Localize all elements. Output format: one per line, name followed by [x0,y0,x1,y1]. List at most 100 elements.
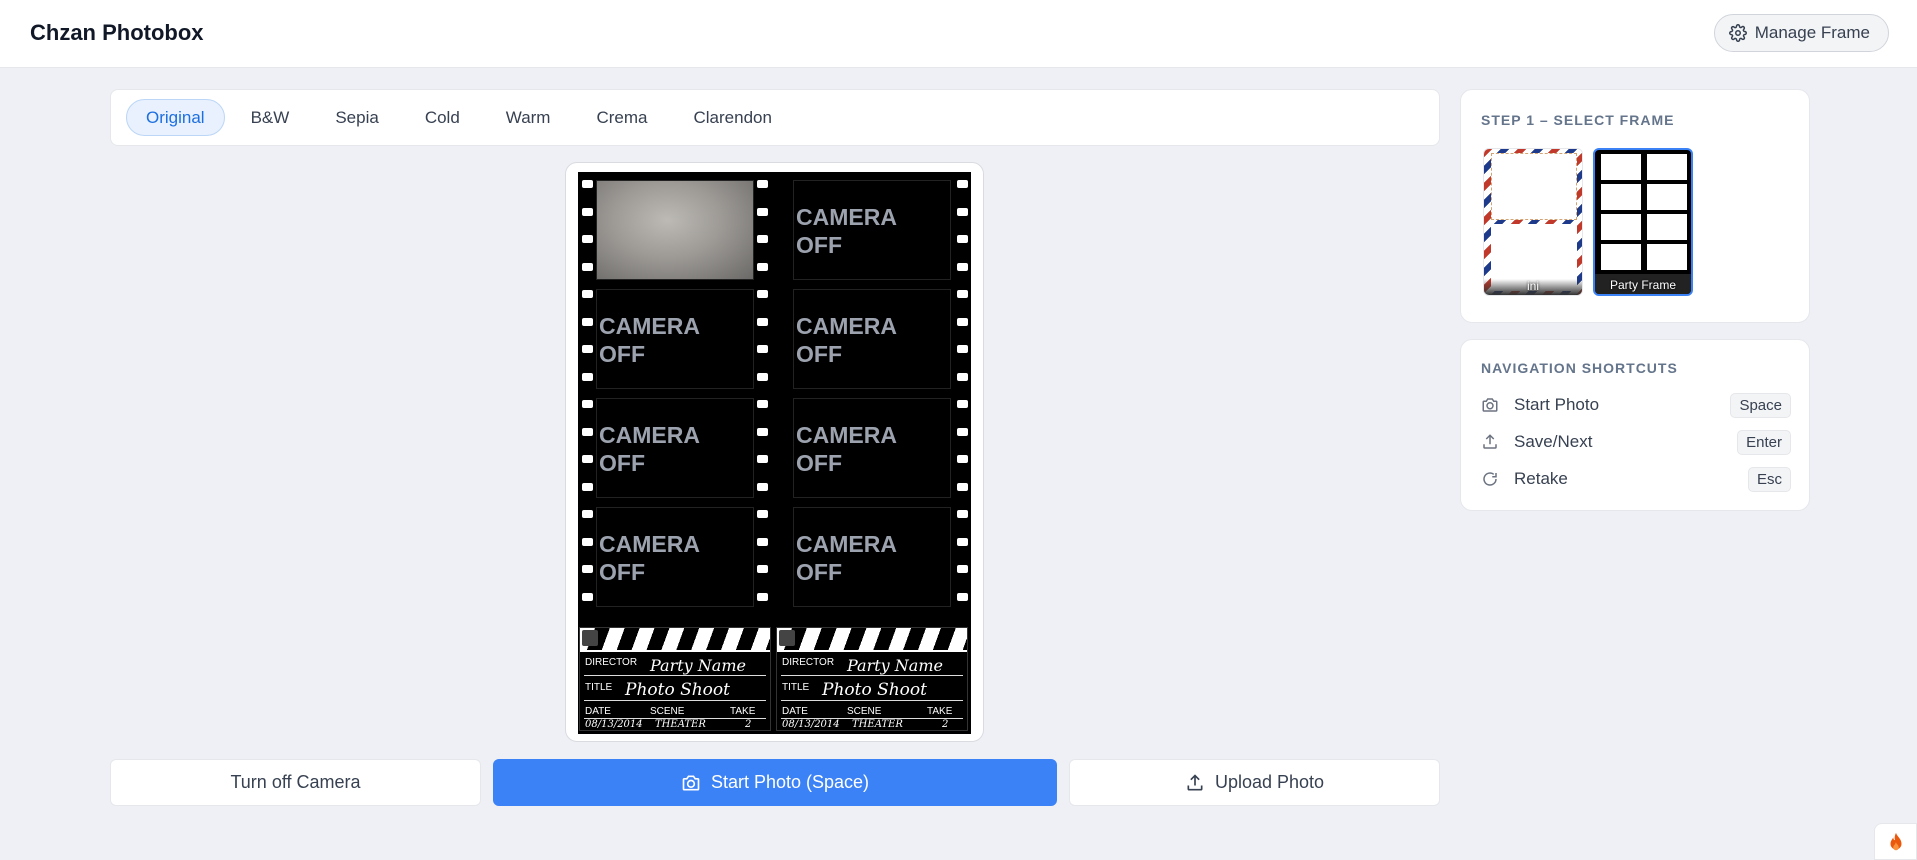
sprocket-hole [757,510,768,518]
camera-off-text: CAMERA OFF [599,531,700,585]
sprocket-hole [957,345,968,353]
sprocket-hole [757,262,768,271]
sprocket-hole [757,592,768,601]
sprocket-hole [582,290,593,298]
clapper-hinge [582,630,598,646]
take-value: 2 [942,719,949,730]
sprocket-hole [582,317,593,326]
floating-widget-button[interactable] [1874,823,1917,860]
frame-thumb-ini[interactable]: ini [1483,148,1583,296]
sprocket-hole [582,180,593,188]
sprocket-hole [757,455,768,463]
sprocket-hole [957,262,968,271]
frame-slots-right [1647,154,1687,276]
clapper-stripes [777,628,967,652]
sprocket-hole [582,235,593,243]
camera-icon [1482,398,1498,412]
sprocket-hole [957,482,968,491]
sprocket-hole [957,427,968,436]
scene-label: SCENE [847,706,882,717]
top-bar: Chzan Photobox Manage Frame [0,0,1917,68]
photo-slot-4: CAMERA OFF [793,289,951,389]
camera-off-text: CAMERA OFF [796,313,897,367]
turn-off-camera-label: Turn off Camera [230,772,361,792]
director-label: DIRECTOR [782,657,835,668]
sprocket-holes-center [755,180,769,620]
camera-off-text: CAMERA OFF [796,422,897,476]
sprocket-hole [957,180,968,188]
sprocket-hole [582,455,593,463]
sprocket-hole [957,565,968,573]
filter-bar: Original B&W Sepia Cold Warm Crema Clare… [110,89,1440,146]
sprocket-hole [957,537,968,546]
sprocket-hole [582,345,593,353]
photo-strip-preview: CAMERA OFF CAMERA OFF CAMERA OFF CAMERA … [565,162,984,742]
title-label: TITLE [585,682,613,693]
date-label: DATE [782,706,808,717]
frame-thumb-label: ini [1526,279,1539,293]
shortcut-label: Start Photo [1514,395,1600,414]
camera-icon [682,775,700,790]
clapperboard-left: DIRECTOR Party Name TITLE Photo Shoot DA… [579,627,771,731]
sprocket-hole [957,317,968,326]
frame-slot [1491,153,1577,220]
upload-photo-button[interactable]: Upload Photo [1069,759,1440,806]
sprocket-hole [582,537,593,546]
clapperboard-right: DIRECTOR Party Name TITLE Photo Shoot DA… [776,627,968,731]
sprocket-hole [757,345,768,353]
shortcut-key: Esc [1747,466,1791,492]
shortcut-save-next: Save/Next Enter [1481,428,1791,456]
filter-clarendon[interactable]: Clarendon [674,99,792,136]
frame-slots-left [1601,154,1641,276]
filter-warm[interactable]: Warm [486,99,571,136]
sprocket-hole [582,400,593,408]
sprocket-holes-right [955,180,969,620]
title-value: Photo Shoot [625,680,730,700]
sprocket-hole [957,455,968,463]
filter-original[interactable]: Original [126,99,225,136]
scene-value: THEATER [655,719,706,730]
sprocket-hole [757,290,768,298]
sprocket-hole [957,510,968,518]
frame-select-panel: STEP 1 – SELECT FRAME ini Party Frame [1460,89,1810,323]
sprocket-hole [957,235,968,243]
filter-cold[interactable]: Cold [405,99,480,136]
sprocket-hole [582,427,593,436]
sprocket-hole [957,400,968,408]
camera-off-text: CAMERA OFF [796,204,897,258]
start-photo-button[interactable]: Start Photo (Space) [493,759,1057,806]
frame-thumb-label: Party Frame [1609,278,1676,292]
app-title: Chzan Photobox [30,20,204,45]
turn-off-camera-button[interactable]: Turn off Camera [110,759,481,806]
photo-slot-5: CAMERA OFF [596,398,754,498]
upload-icon [1483,434,1497,449]
scene-value: THEATER [852,719,903,730]
sprocket-hole [757,372,768,381]
take-label: TAKE [927,706,953,717]
party-frame-strip: CAMERA OFF CAMERA OFF CAMERA OFF CAMERA … [578,172,971,734]
date-value: 08/13/2014 [585,719,643,730]
camera-off-text: CAMERA OFF [599,313,700,367]
shortcut-key: Space [1730,392,1791,418]
sprocket-hole [757,207,768,216]
frame-thumb-party[interactable]: Party Frame [1593,148,1693,296]
title-value: Photo Shoot [822,680,927,700]
sprocket-hole [757,537,768,546]
gear-icon [1728,24,1747,42]
photo-slot-1 [596,180,754,280]
filter-sepia[interactable]: Sepia [315,99,398,136]
shortcut-retake: Retake Esc [1481,465,1791,493]
shortcut-label: Save/Next [1514,432,1593,451]
sprocket-hole [757,482,768,491]
sprocket-hole [757,400,768,408]
sprocket-hole [582,592,593,601]
manage-frame-button[interactable]: Manage Frame [1713,14,1889,52]
clapper-stripes [580,628,770,652]
director-value: Party Name [847,656,943,675]
filter-crema[interactable]: Crema [576,99,667,136]
shortcuts-panel: NAVIGATION SHORTCUTS Start Photo Space S… [1460,339,1810,511]
director-label: DIRECTOR [585,657,638,668]
sprocket-hole [582,262,593,271]
take-label: TAKE [730,706,756,717]
filter-bw[interactable]: B&W [231,99,310,136]
